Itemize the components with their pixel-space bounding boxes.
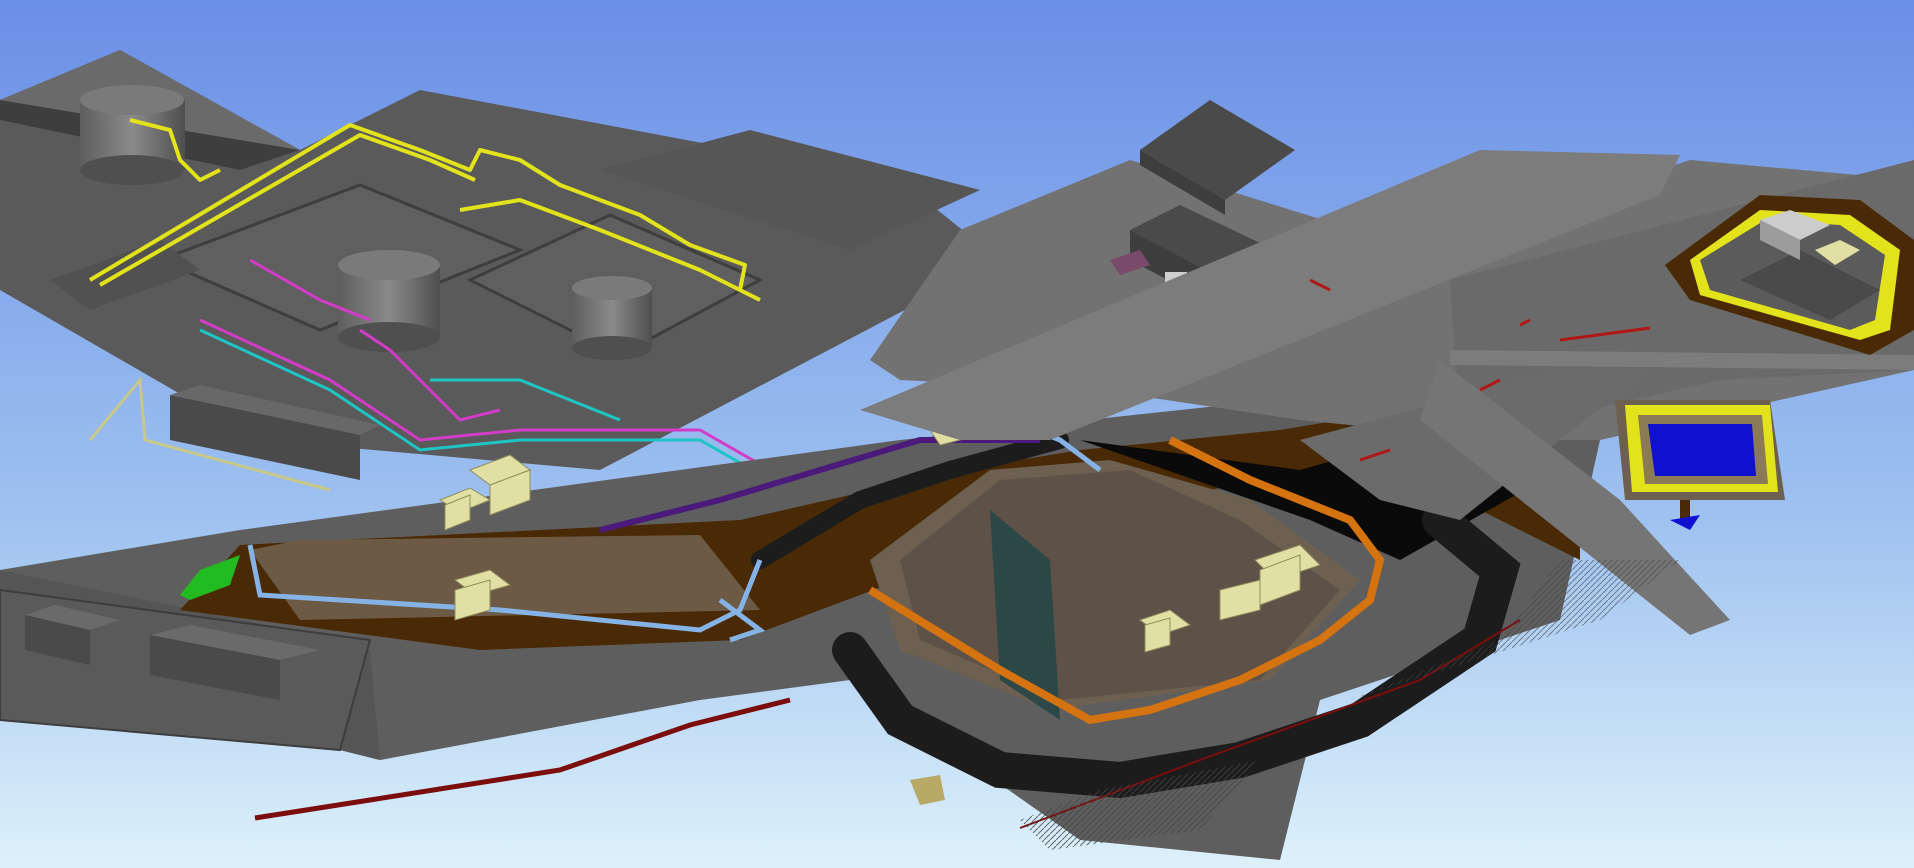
plant-3d-scene[interactable] [0,0,1914,868]
storage-tank-2[interactable] [338,250,440,352]
storage-tank-3[interactable] [572,276,652,360]
3d-model-viewport[interactable] [0,0,1914,868]
storage-tank-1[interactable] [80,85,185,185]
